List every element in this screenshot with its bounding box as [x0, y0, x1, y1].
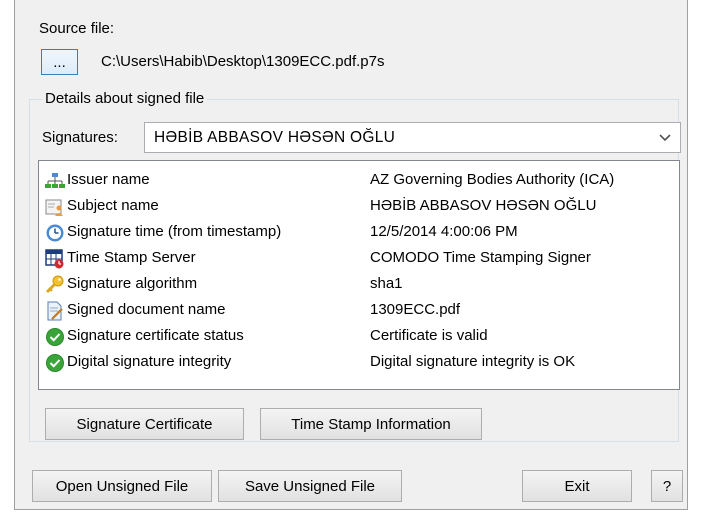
time-stamp-information-button[interactable]: Time Stamp Information	[260, 408, 482, 440]
signatures-label: Signatures:	[42, 129, 118, 146]
signatures-dropdown[interactable]: HƏBİB ABBASOV HƏSƏN OĞLU	[144, 122, 681, 153]
source-file-path: C:\Users\Habib\Desktop\1309ECC.pdf.p7s	[101, 53, 385, 70]
row-value: COMODO Time Stamping Signer	[370, 249, 591, 266]
document-pen-icon	[47, 301, 63, 321]
row-label: Signed document name	[67, 301, 226, 318]
chevron-down-icon	[659, 134, 671, 142]
list-item: Signature certificate status Certificate…	[45, 325, 675, 348]
row-value: sha1	[370, 275, 403, 292]
row-label: Signature time (from timestamp)	[67, 223, 282, 240]
list-item: Signature time (from timestamp) 12/5/201…	[45, 221, 675, 244]
list-item: Digital signature integrity Digital sign…	[45, 351, 675, 374]
browse-button[interactable]: ...	[41, 49, 78, 75]
check-circle-icon	[46, 328, 64, 346]
list-item: Time Stamp Server COMODO Time Stamping S…	[45, 247, 675, 270]
row-label: Signature algorithm	[67, 275, 198, 292]
exit-button[interactable]: Exit	[522, 470, 632, 502]
row-label: Issuer name	[67, 171, 150, 188]
row-label: Digital signature integrity	[67, 353, 232, 370]
list-item: Signature algorithm sha1	[45, 273, 675, 296]
list-item: Issuer name AZ Governing Bodies Authorit…	[45, 169, 675, 192]
signature-details-dialog: Source file: ... C:\Users\Habib\Desktop\…	[14, 0, 688, 510]
row-value: Certificate is valid	[370, 327, 488, 344]
details-group-title: Details about signed file	[42, 90, 208, 107]
row-value: Digital signature integrity is OK	[370, 353, 576, 370]
row-label: Signature certificate status	[67, 327, 244, 344]
open-unsigned-file-button[interactable]: Open Unsigned File	[32, 470, 212, 502]
row-value: 1309ECC.pdf	[370, 301, 461, 318]
calendar-clock-icon	[45, 249, 64, 269]
save-unsigned-file-button[interactable]: Save Unsigned File	[218, 470, 402, 502]
list-item: Signed document name 1309ECC.pdf	[45, 299, 675, 322]
row-label: Subject name	[67, 197, 159, 214]
check-circle-icon	[46, 354, 64, 372]
signature-details-list[interactable]: Issuer name AZ Governing Bodies Authorit…	[38, 160, 680, 390]
source-file-label: Source file:	[39, 20, 115, 37]
org-chart-icon	[45, 173, 65, 188]
row-label: Time Stamp Server	[67, 249, 196, 266]
list-item: Subject name HƏBİB ABBASOV HƏSƏN OĞLU	[45, 195, 675, 218]
selected-signature: HƏBİB ABBASOV HƏSƏN OĞLU	[154, 128, 396, 146]
row-value: HƏBİB ABBASOV HƏSƏN OĞLU	[370, 197, 597, 214]
help-button[interactable]: ?	[651, 470, 683, 502]
signature-certificate-button[interactable]: Signature Certificate	[45, 408, 244, 440]
row-value: AZ Governing Bodies Authority (ICA)	[370, 171, 615, 188]
user-card-icon	[45, 199, 63, 216]
row-value: 12/5/2014 4:00:06 PM	[370, 223, 518, 240]
clock-icon	[46, 224, 64, 242]
key-icon	[45, 275, 64, 294]
